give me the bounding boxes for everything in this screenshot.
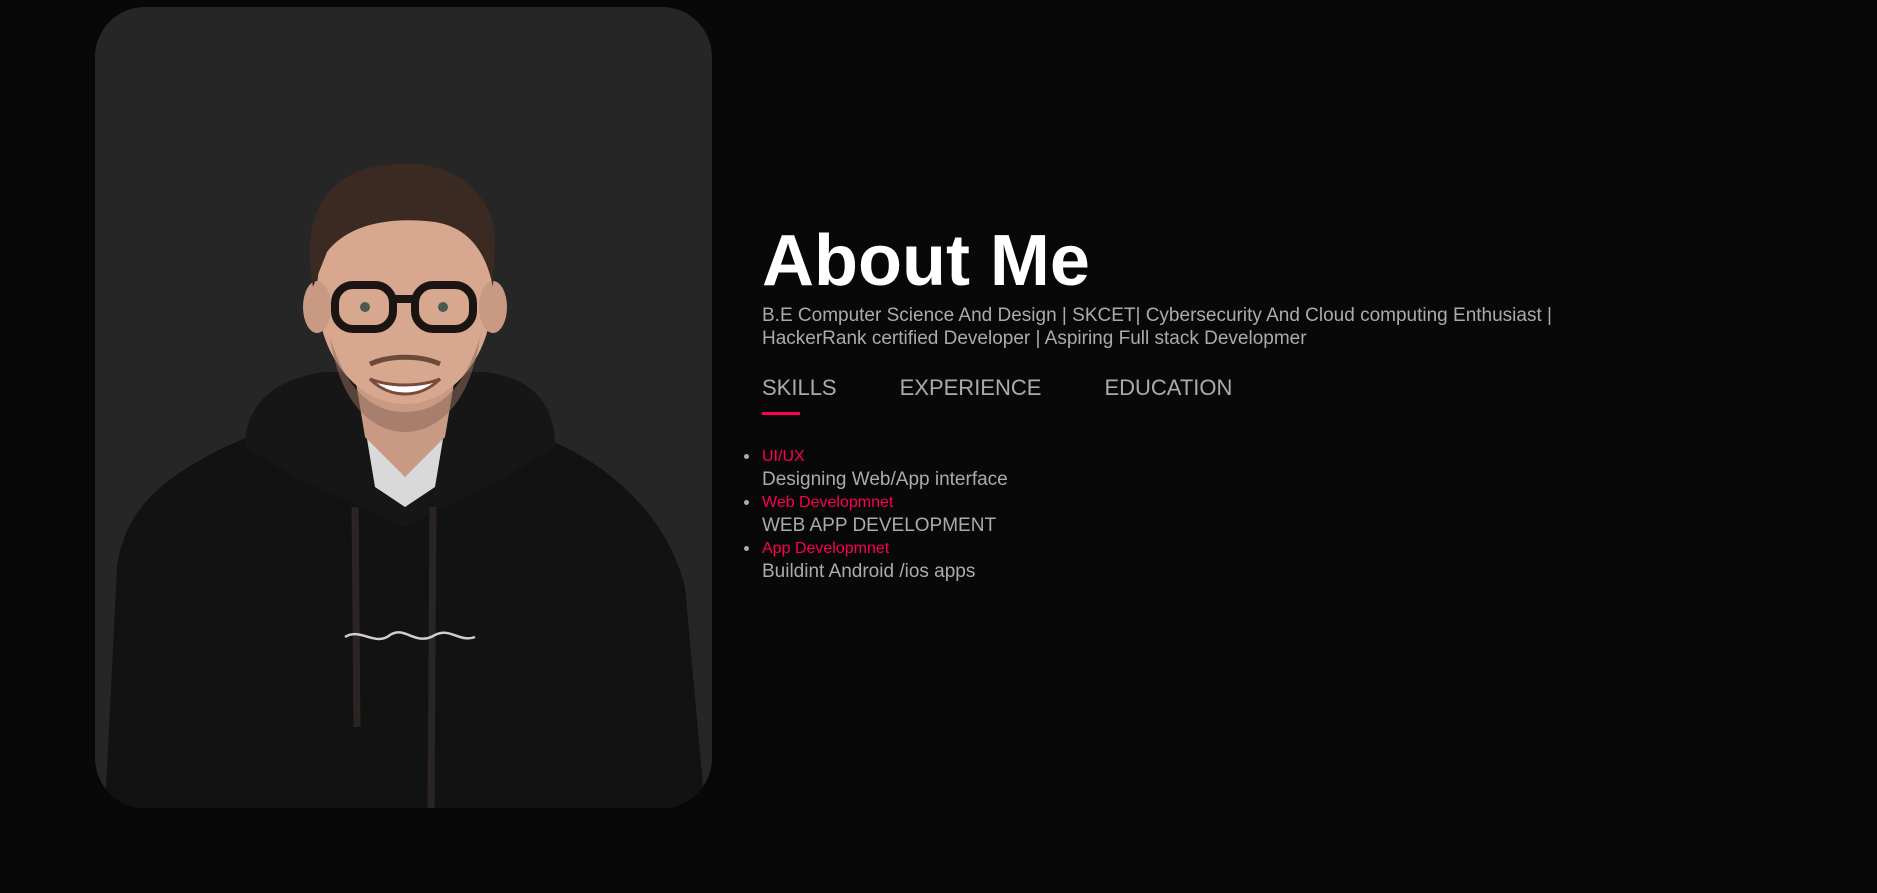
skills-list: UI/UX Designing Web/App interface Web De… [744,445,1622,583]
skill-detail: Buildint Android /ios apps [762,561,976,582]
about-content: About Me B.E Computer Science And Design… [744,218,1622,583]
tab-skills[interactable]: SKILLS [762,375,837,415]
profile-photo [95,7,712,808]
skill-name: UI/UX [762,448,805,465]
list-item: Web Developmnet WEB APP DEVELOPMENT [744,491,1622,537]
list-item: App Developmnet Buildint Android /ios ap… [744,537,1622,583]
portrait-illustration [105,163,705,808]
about-section: About Me B.E Computer Science And Design… [0,0,1877,893]
about-description: B.E Computer Science And Design | SKCET|… [762,305,1552,349]
tab-experience[interactable]: EXPERIENCE [900,375,1042,415]
about-title: About Me [762,221,1090,301]
skill-detail: WEB APP DEVELOPMENT [762,515,997,536]
skill-detail: Designing Web/App interface [762,469,1008,490]
skill-name: Web Developmnet [762,494,894,511]
list-item: UI/UX Designing Web/App interface [744,445,1622,491]
tab-education[interactable]: EDUCATION [1104,375,1232,415]
about-tabs: SKILLS EXPERIENCE EDUCATION [762,375,1622,415]
skill-name: App Developmnet [762,540,890,557]
